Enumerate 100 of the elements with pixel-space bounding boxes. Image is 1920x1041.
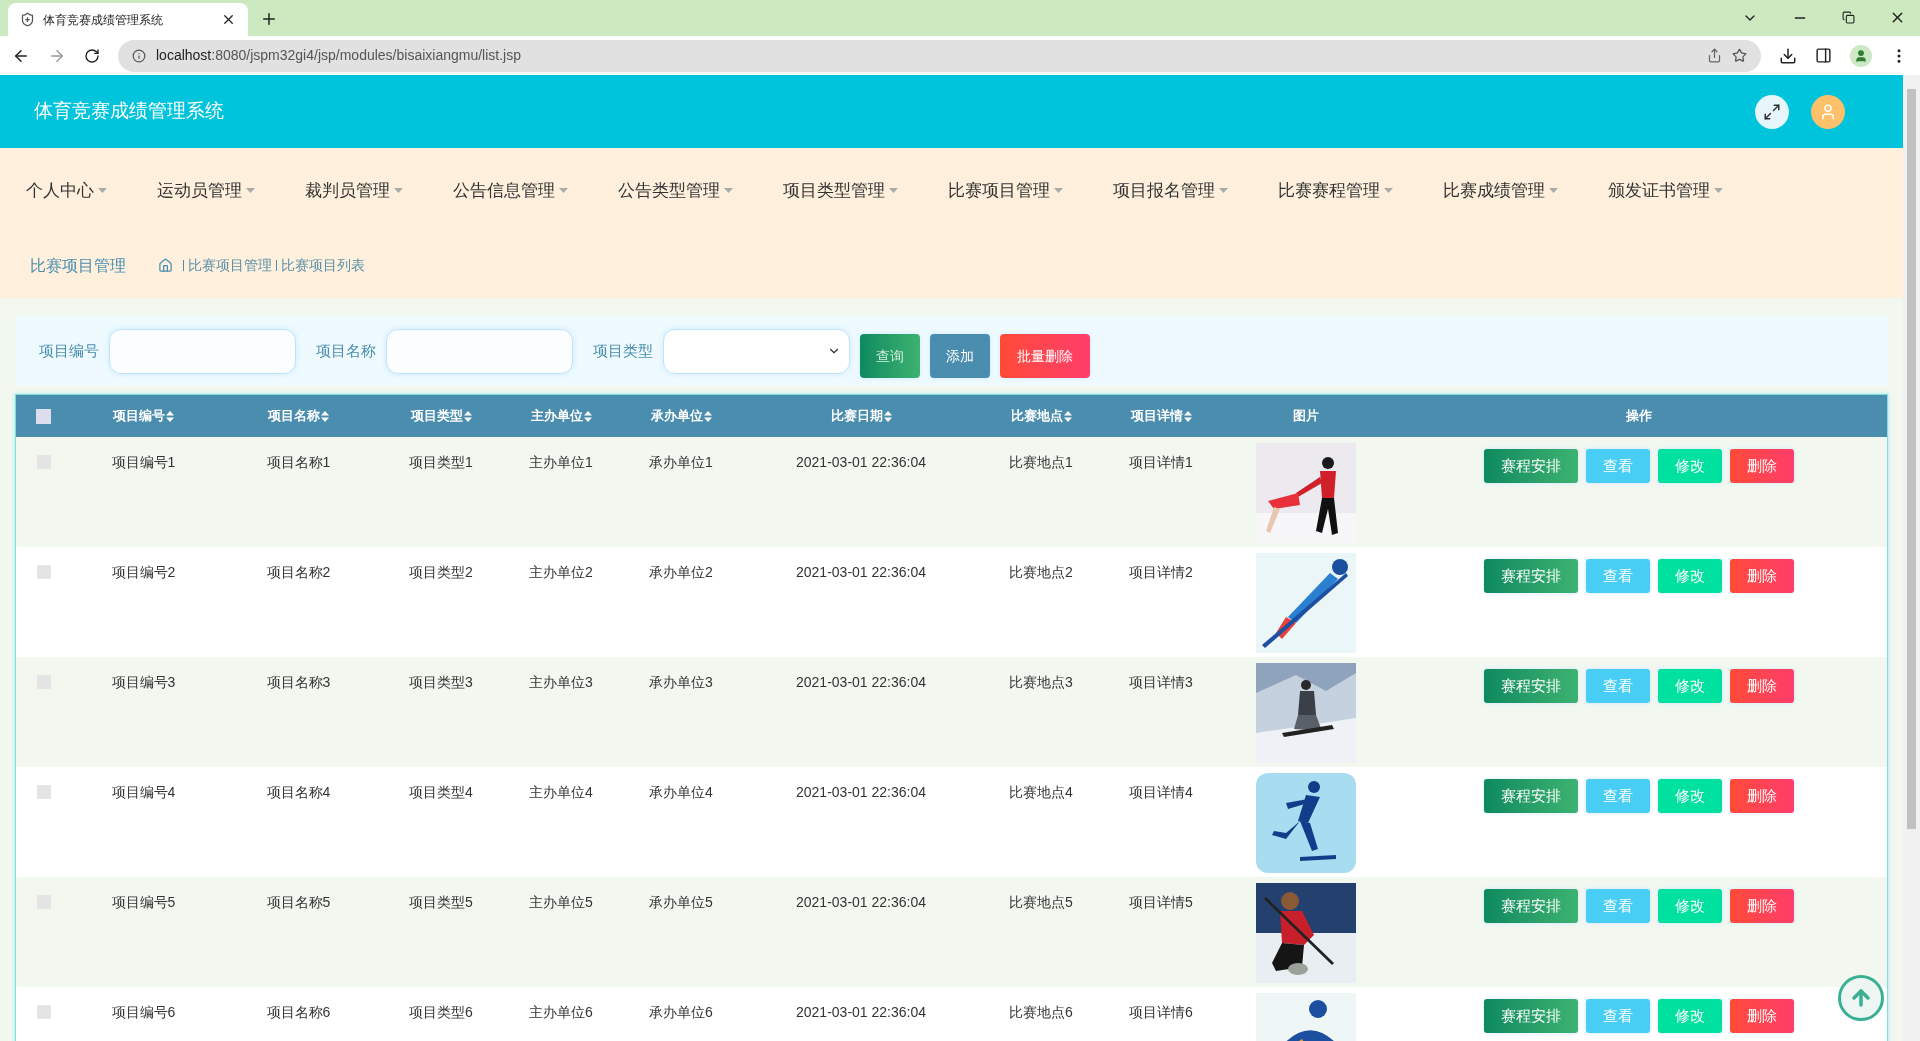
schedule-button[interactable]: 赛程安排 — [1484, 999, 1578, 1033]
table-cell-text: 主办单位3 — [529, 673, 593, 692]
table-cell-text: 2021-03-01 22:36:04 — [796, 783, 926, 802]
sort-icon[interactable] — [1063, 410, 1072, 422]
table-cell-text: 项目详情4 — [1129, 783, 1193, 802]
download-icon[interactable] — [1779, 46, 1797, 65]
user-icon — [1819, 102, 1837, 121]
table-cell-text: 2021-03-01 22:36:04 — [796, 893, 926, 912]
table-cell-text: 主办单位1 — [529, 453, 593, 472]
nav-menu[interactable]: 运动员管理 — [157, 177, 255, 204]
row-checkbox[interactable] — [36, 1005, 51, 1019]
search-button[interactable]: 查询 — [860, 334, 920, 378]
fullscreen-button[interactable] — [1755, 94, 1789, 129]
delete-button[interactable]: 删除 — [1730, 559, 1794, 593]
column-header[interactable]: 比赛日期 — [830, 406, 892, 426]
select-all-checkbox[interactable] — [36, 408, 51, 424]
view-button[interactable]: 查看 — [1586, 889, 1650, 923]
user-avatar-button[interactable] — [1811, 94, 1845, 129]
field-label: 项目名称 — [316, 340, 376, 361]
caret-icon — [394, 188, 403, 193]
sort-icon[interactable] — [583, 410, 592, 422]
table-cell-text: 项目类型1 — [409, 453, 473, 472]
table-cell-text: 比赛地点5 — [1009, 893, 1073, 912]
column-header[interactable]: 项目详情 — [1130, 406, 1192, 426]
nav-menu[interactable]: 个人中心 — [26, 177, 107, 204]
table-cell-text: 承办单位1 — [649, 453, 713, 472]
view-button[interactable]: 查看 — [1586, 779, 1650, 813]
delete-button[interactable]: 删除 — [1730, 669, 1794, 703]
table-cell-text: 主办单位4 — [529, 783, 593, 802]
column-header[interactable]: 项目类型 — [410, 406, 472, 426]
scrollbar[interactable] — [1903, 75, 1920, 1041]
search-field[interactable] — [109, 328, 296, 374]
caret-icon — [724, 188, 733, 193]
nav-menu[interactable]: 项目类型管理 — [783, 177, 898, 204]
view-button[interactable]: 查看 — [1586, 999, 1650, 1033]
table-cell-text: 项目名称6 — [266, 1003, 331, 1022]
column-header[interactable]: 比赛地点 — [1010, 406, 1072, 426]
table-cell-text: 项目名称3 — [266, 673, 331, 692]
delete-button[interactable]: 删除 — [1730, 449, 1794, 483]
sort-icon[interactable] — [321, 410, 329, 422]
nav-menu[interactable]: 比赛赛程管理 — [1278, 177, 1393, 204]
column-header[interactable]: 主办单位 — [530, 406, 592, 426]
search-field[interactable] — [386, 328, 573, 374]
schedule-button[interactable]: 赛程安排 — [1484, 449, 1578, 483]
column-header[interactable]: 承办单位 — [650, 406, 712, 426]
browser-tab[interactable]: 体育竞赛成绩管理系统 — [8, 3, 248, 36]
side-panel-icon[interactable] — [1815, 47, 1832, 64]
view-button[interactable]: 查看 — [1586, 669, 1650, 703]
table-cell-text: 主办单位5 — [529, 893, 593, 912]
column-header[interactable]: 项目名称 — [268, 406, 329, 426]
schedule-button[interactable]: 赛程安排 — [1484, 669, 1578, 703]
schedule-button[interactable]: 赛程安排 — [1484, 889, 1578, 923]
table-cell-text: 比赛地点3 — [1009, 673, 1073, 692]
sort-icon[interactable] — [463, 410, 472, 422]
sort-icon[interactable] — [1183, 410, 1192, 422]
caret-icon — [889, 188, 898, 193]
nav-menu[interactable]: 颁发证书管理 — [1608, 177, 1723, 204]
column-header[interactable]: 项目编号 — [113, 406, 174, 426]
delete-button[interactable]: 删除 — [1730, 779, 1794, 813]
nav-menu[interactable]: 比赛项目管理 — [948, 177, 1063, 204]
table-cell-text: 2021-03-01 22:36:04 — [796, 673, 926, 692]
caret-icon — [1219, 188, 1228, 193]
nav-menu[interactable]: 比赛成绩管理 — [1443, 177, 1558, 204]
close-tab-icon[interactable] — [221, 12, 236, 27]
column-header: 图片 — [1293, 407, 1319, 426]
info-icon[interactable] — [132, 48, 146, 63]
nav-menu[interactable]: 裁判员管理 — [305, 177, 403, 204]
table-cell-text: 比赛地点1 — [1009, 453, 1073, 472]
profile-icon[interactable] — [1850, 44, 1872, 67]
restore-icon[interactable] — [1842, 11, 1855, 24]
row-checkbox[interactable] — [36, 785, 51, 799]
delete-button[interactable]: 删除 — [1730, 889, 1794, 923]
app-title: 体育竞赛成绩管理系统 — [34, 99, 225, 124]
nav-menu[interactable]: 公告信息管理 — [453, 177, 568, 204]
new-tab-icon[interactable] — [260, 10, 278, 28]
bookmark-icon[interactable] — [1732, 48, 1747, 63]
batch-delete-button[interactable]: 批量删除 — [1000, 334, 1090, 378]
table-cell-text: 项目类型4 — [409, 783, 473, 802]
share-icon[interactable] — [1707, 48, 1722, 63]
table-cell-text: 主办单位6 — [529, 1003, 593, 1022]
row-checkbox[interactable] — [36, 565, 51, 579]
sort-icon[interactable] — [166, 410, 174, 422]
delete-button[interactable]: 删除 — [1730, 999, 1794, 1033]
table-cell-text: 比赛地点6 — [1009, 1003, 1073, 1022]
table-cell-text: 承办单位5 — [649, 893, 713, 912]
view-button[interactable]: 查看 — [1586, 449, 1650, 483]
schedule-button[interactable]: 赛程安排 — [1484, 559, 1578, 593]
address-bar[interactable]: localhost:8080/jspm32gi4/jsp/modules/bisaixiangmu/list.jsp — [118, 39, 1761, 72]
schedule-button[interactable]: 赛程安排 — [1484, 779, 1578, 813]
reload-icon[interactable] — [84, 47, 100, 64]
view-button[interactable]: 查看 — [1586, 559, 1650, 593]
sort-icon[interactable] — [703, 410, 712, 422]
home-icon[interactable] — [158, 258, 173, 273]
table-cell-text: 项目编号5 — [111, 893, 176, 912]
breadcrumb-item[interactable]: 比赛项目管理 — [188, 255, 272, 276]
nav-menu[interactable]: 项目报名管理 — [1113, 177, 1228, 204]
sort-icon[interactable] — [883, 410, 892, 422]
add-button[interactable]: 添加 — [930, 334, 990, 378]
table-cell-text: 项目编号2 — [111, 563, 176, 582]
nav-menu[interactable]: 公告类型管理 — [618, 177, 733, 204]
